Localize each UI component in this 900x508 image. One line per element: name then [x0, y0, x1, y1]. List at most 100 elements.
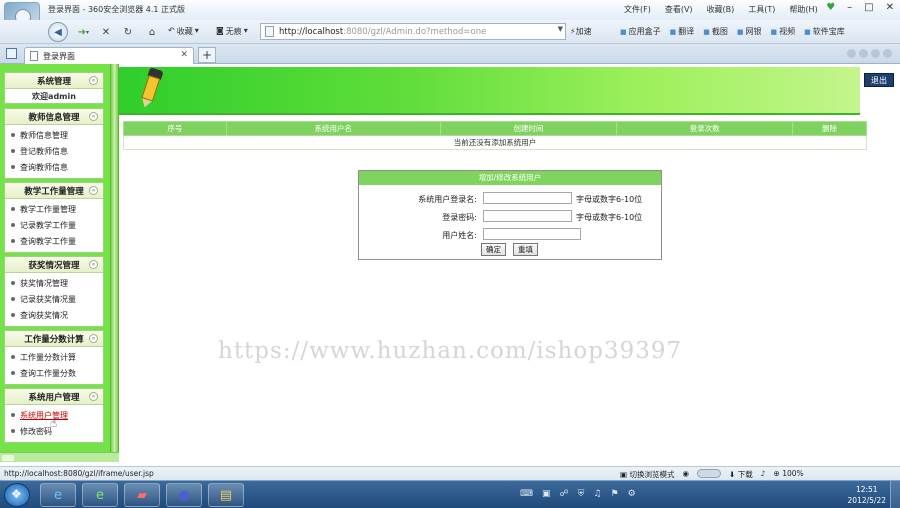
tab-scroll-right-icon[interactable] [859, 49, 868, 58]
login-name-hint: 字母或数字6-10位 [576, 195, 643, 204]
download-button[interactable]: ⬇ 下载 [729, 469, 753, 480]
private-mode-button[interactable]: ◙ 无痕 ▾ [216, 26, 248, 37]
video-button[interactable]: 视频 [771, 26, 795, 37]
accelerate-button[interactable]: ⚡加速 [570, 26, 592, 37]
sidebar-toggle-icon[interactable] [6, 48, 17, 59]
taskbar-clock[interactable]: 12:51 2012/5/22 [848, 484, 886, 506]
nav-group-header[interactable]: 教学工作量管理 « [5, 183, 103, 199]
nav-group-header[interactable]: 工作量分数计算 « [5, 331, 103, 347]
nav-item-teacher-register[interactable]: 登记教师信息 [5, 143, 103, 159]
tab-close-icon[interactable]: ✕ [180, 50, 188, 60]
nav-item-score-query[interactable]: 查询工作量分数 [5, 365, 103, 381]
tab-scroll-left-icon[interactable] [847, 49, 856, 58]
logout-button[interactable]: 退出 [864, 73, 894, 87]
folder-taskbar-icon[interactable]: ▤ [208, 483, 244, 507]
nav-item-awards-manage[interactable]: 获奖情况管理 [5, 275, 103, 291]
tab-settings-icon[interactable] [883, 49, 892, 58]
new-tab-button[interactable]: + [198, 47, 216, 63]
watermark: https://www.huzhan.com/ishop39397 [218, 338, 683, 364]
minimize-button[interactable]: – [847, 2, 852, 13]
browse-mode-button[interactable]: ▣ 切换浏览模式 [620, 469, 674, 480]
nav-item-workload-query[interactable]: 查询教学工作量 [5, 233, 103, 249]
zoom-control[interactable]: ⊕ 100% [774, 469, 804, 480]
status-url: http://localhost:8080/gzl/iframe/user.js… [4, 469, 154, 478]
speed-toggle[interactable] [697, 469, 722, 478]
software-store-button[interactable]: 软件宝库 [804, 26, 845, 37]
left-frame-scrollbar[interactable] [0, 452, 119, 462]
nav-group-header[interactable]: 获奖情况管理 « [5, 257, 103, 273]
nav-item-workload-record[interactable]: 记录教学工作量 [5, 217, 103, 233]
network-icon[interactable]: ☍ [560, 489, 569, 499]
home-button[interactable]: ⌂ [144, 23, 160, 41]
ie-taskbar-icon[interactable]: e [40, 483, 76, 507]
maximize-button[interactable]: □ [864, 2, 873, 13]
skin-icon[interactable]: ♥ [826, 2, 835, 13]
frame-splitter[interactable] [110, 64, 119, 456]
close-window-button[interactable]: ✕ [886, 2, 894, 13]
show-desktop-button[interactable] [890, 481, 900, 508]
real-name-label: 用户姓名: [442, 231, 477, 240]
shield-icon[interactable]: ⛨ [578, 489, 585, 499]
online-banking-button[interactable]: 网银 [737, 26, 762, 37]
nav-group-header[interactable]: 系统管理 « [5, 73, 103, 89]
forward-dropdown-icon[interactable]: ▾ [86, 23, 89, 41]
bullet-icon [11, 223, 15, 227]
url-host: http://localhost [279, 26, 344, 37]
login-name-input[interactable] [483, 192, 572, 204]
settings-icon[interactable]: ⚙ [628, 489, 636, 499]
collapse-icon[interactable]: « [89, 186, 98, 195]
bullet-icon [11, 281, 15, 285]
menu-file[interactable]: 文件(F) [624, 4, 651, 15]
bullet-icon [11, 313, 15, 317]
nav-item-score-calc[interactable]: 工作量分数计算 [5, 349, 103, 365]
nav-item-workload-manage[interactable]: 教学工作量管理 [5, 201, 103, 217]
undo-close-button[interactable]: ↶ 收藏 ▾ [168, 26, 199, 37]
table-header-row: 序号 系统用户名 创建时间 登录次数 删除 [123, 121, 867, 136]
nav-item-teacher-query[interactable]: 查询教师信息 [5, 159, 103, 175]
real-name-input[interactable] [483, 228, 581, 240]
tab-login-page[interactable]: 登录界面 ✕ [24, 47, 194, 64]
left-nav-frame: 系统管理 « 欢迎admin 教师信息管理 « 教师信息管理 登记教师信息 查询… [0, 64, 110, 456]
tab-list-icon[interactable] [871, 49, 880, 58]
volume-icon[interactable]: ♪ [761, 469, 766, 480]
menu-favorites[interactable]: 收藏(B) [707, 4, 735, 15]
address-bar[interactable]: http://localhost :8080/gzl/Admin.do?meth… [260, 23, 566, 40]
eclipse-taskbar-icon[interactable]: ● [166, 483, 202, 507]
translate-button[interactable]: 翻译 [670, 26, 694, 37]
collapse-icon[interactable]: « [89, 76, 98, 85]
menu-help[interactable]: 帮助(H) [789, 4, 817, 15]
password-input[interactable] [483, 210, 572, 222]
address-dropdown-icon[interactable]: ▼ [558, 25, 563, 33]
tab-strip: 登录界面 ✕ + [0, 44, 900, 64]
stop-button[interactable]: ✕ [98, 23, 114, 41]
user-form: 增加/修改系统用户 系统用户登录名: 字母或数字6-10位 登录密码: 字母或数… [358, 170, 662, 260]
flag-icon[interactable]: ⚑ [610, 489, 618, 499]
bullet-icon [11, 297, 15, 301]
nav-group-header[interactable]: 教师信息管理 « [5, 109, 103, 125]
menu-tools[interactable]: 工具(T) [748, 4, 775, 15]
confirm-button[interactable]: 确定 [481, 243, 506, 256]
nav-item-awards-query[interactable]: 查询获奖情况 [5, 307, 103, 323]
collapse-icon[interactable]: « [89, 334, 98, 343]
security-icon[interactable]: ◉ [682, 469, 689, 480]
navigation-toolbar: ◀ ➜ ▾ ✕ ↻ ⌂ ↶ 收藏 ▾ ◙ 无痕 ▾ http://localhost :… [0, 20, 900, 44]
toolbar-extensions: 应用盒子 翻译 截图 网银 视频 软件宝库 [620, 26, 845, 37]
menu-view[interactable]: 查看(V) [665, 4, 693, 15]
app-box-button[interactable]: 应用盒子 [620, 26, 661, 37]
nav-group-header[interactable]: 系统用户管理 « [5, 389, 103, 405]
collapse-icon[interactable]: « [89, 392, 98, 401]
refresh-button[interactable]: ↻ [120, 23, 136, 41]
speaker-icon[interactable]: ♫ [593, 489, 601, 499]
back-button[interactable]: ◀ [48, 22, 68, 42]
nav-item-teacher-manage[interactable]: 教师信息管理 [5, 127, 103, 143]
browser360-taskbar-icon[interactable]: e [82, 483, 118, 507]
tray-app-icon[interactable]: ▣ [542, 489, 551, 499]
app-taskbar-icon[interactable]: ▰ [124, 483, 160, 507]
keyboard-icon[interactable]: ⌨ [520, 489, 533, 499]
nav-item-awards-record[interactable]: 记录获奖情况量 [5, 291, 103, 307]
start-button[interactable] [4, 483, 30, 507]
screenshot-button[interactable]: 截图 [703, 26, 728, 37]
reset-button[interactable]: 重填 [513, 243, 538, 256]
collapse-icon[interactable]: « [89, 260, 98, 269]
collapse-icon[interactable]: « [89, 112, 98, 121]
